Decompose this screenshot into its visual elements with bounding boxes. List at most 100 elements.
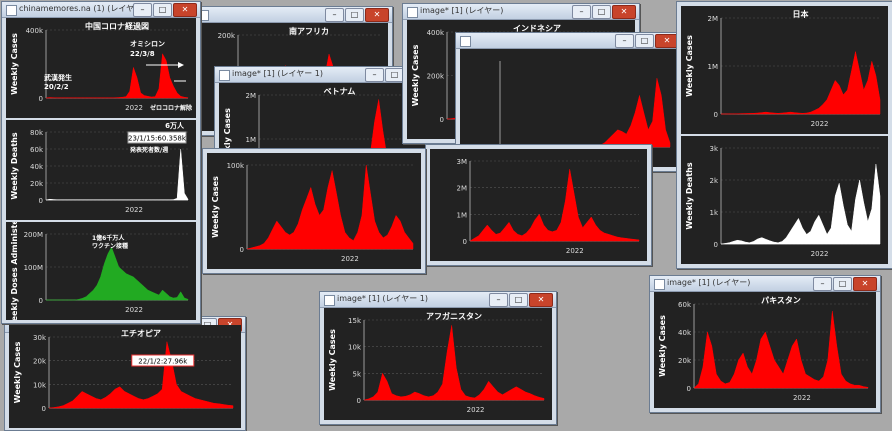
window-titlebar[interactable]: image* [1] (レイヤー) – □ ✕ [403,4,639,20]
minimize-button[interactable]: – [133,3,152,17]
window-titlebar[interactable]: –□✕ [194,7,392,23]
y-tick-label: 0 [39,197,43,205]
window-controls: –□✕ [489,293,553,307]
chart-title: 日本 [793,9,809,19]
window-controls: –□✕ [615,34,679,48]
chart-window: image* [1] (レイヤー 1) – □ ✕ アフガニスタン Weekly Case… [319,291,557,425]
y-tick-label: 0 [440,116,444,124]
window-icon [407,7,418,18]
series-area [45,148,189,201]
chart-panel: Weekly Cases 0 100k 2022 [207,153,421,269]
chart-panel: 日本 Weekly Cases 0 1M 2M 2022 [681,6,888,134]
chart-panel: Weekly Doses Administered 0 100M 200M 2022 1億… [6,222,196,320]
chart-window: image* [1] (レイヤー) – □ ✕ パキスタン Weekly Cases 0 20… [649,275,881,413]
annotation: 22/3/8 [130,50,155,58]
y-tick-label: 0 [240,246,244,254]
minimize-button[interactable]: – [615,34,634,48]
maximize-button[interactable]: □ [153,3,172,17]
series-area [500,78,671,148]
y-tick-label: 1M [708,63,719,71]
window-controls: –□✕ [325,8,389,22]
close-button[interactable]: ✕ [612,5,636,19]
window-controls: –□✕ [133,3,197,17]
y-tick-label: 60k [678,301,692,309]
chart-panel: 0 1M 2M 3M 2022 [430,149,647,261]
y-tick-label: 0 [714,111,718,119]
chart-panel: アフガニスタン Weekly Cases 0 5k 10k 15k 2022 [324,308,552,420]
y-tick-label: 0 [357,397,361,405]
chart-svg: パキスタン Weekly Cases 0 20k 40k 60k 2022 [658,295,869,402]
y-tick-label: 1k [709,209,718,217]
chart-panel: Weekly Deaths 0 1k 2k 3k 2022 [681,136,888,264]
annotation: ワクチン接種 [92,242,128,250]
x-tick-label: 2022 [566,247,584,255]
y-tick-label: 80k [30,129,44,137]
close-button[interactable]: ✕ [529,293,553,307]
close-button[interactable]: ✕ [365,8,389,22]
y-tick-label: 200k [427,73,445,81]
chart-svg: エチオピア Weekly Cases 0 10k 20k 30k 22/1/2:27.96k [13,328,234,413]
series-area [693,310,869,389]
y-tick-label: 400k [427,29,445,37]
chart-svg: Weekly Deaths 0 20k 40k 60k 80k 2022 23/1/15:60… [10,121,189,214]
maximize-button[interactable]: □ [509,293,528,307]
x-tick-label: 2022 [125,306,143,314]
chart-title: パキスタン [761,295,801,305]
y-tick-label: 100M [24,264,43,272]
y-tick-label: 15k [348,317,362,325]
minimize-button[interactable]: – [572,5,591,19]
chart-title: 中国コロナ経過図 [85,21,149,31]
window-titlebar[interactable]: image* [1] (レイヤー 1)–□✕ [215,67,432,83]
y-tick-label: 10k [348,344,362,352]
window-title: image* [1] (レイヤー 1) [232,69,323,78]
window-icon [324,295,335,306]
window-titlebar[interactable]: chinamemores.na (1) (レイヤ 1) – □ ✕ [2,2,200,18]
y-tick-label: 0 [42,405,46,413]
y-axis-label: Weekly Doses Administered [10,222,19,320]
window-controls: –□✕ [572,5,636,19]
window-icon [6,5,17,16]
y-tick-label: 20k [33,358,47,366]
window-title: chinamemores.na (1) (レイヤ 1) [19,4,145,13]
series-area [363,325,545,401]
annotation: 武漢発生 [44,73,72,82]
maximize-button[interactable]: □ [345,8,364,22]
annotation: 20/2/2 [44,83,69,91]
y-axis-label: Weekly Cases [13,341,22,403]
chart-title: ベトナム [324,87,356,96]
chart-svg: Weekly Cases 0 100k 2022 [211,162,414,263]
window-titlebar[interactable]: image* [1] (レイヤー 1)–□✕ [320,292,556,308]
close-button[interactable]: ✕ [853,277,877,291]
x-tick-label: 2022 [811,250,829,258]
y-tick-label: 2M [708,15,719,23]
y-tick-label: 0 [687,385,691,393]
chart-panel: 中国コロナ経過図 Weekly Cases 0 400k 2022 オミシロン 22/3/8… [6,18,196,118]
y-axis-label: Weekly Cases [658,315,667,377]
minimize-button[interactable]: – [489,293,508,307]
tooltip-text: 23/1/15:60.358k [128,135,187,143]
minimize-button[interactable]: – [365,68,384,82]
chart-svg: Weekly Doses Administered 0 100M 200M 2022 1億… [10,222,189,320]
y-tick-label: 40k [30,163,44,171]
window-titlebar[interactable]: image* [1] (レイヤー) – □ ✕ [650,276,880,292]
minimize-button[interactable]: – [813,277,832,291]
y-axis-label: Weekly Cases [10,33,19,95]
y-tick-label: 5k [352,370,361,378]
maximize-button[interactable]: □ [833,277,852,291]
y-axis-label: Weekly Cases [685,35,694,97]
chart-panel: エチオピア Weekly Cases 0 10k 20k 30k 22/1/2:27.96k [9,325,241,428]
maximize-button[interactable]: □ [592,5,611,19]
series-area [721,51,881,115]
maximize-button[interactable]: □ [635,34,654,48]
y-tick-label: 2M [246,92,257,100]
y-tick-label: 2M [457,185,468,193]
window-title: image* [1] (レイヤー) [667,278,751,287]
annotation: 発表死者数/週 [130,146,168,154]
x-tick-label: 2022 [793,394,811,402]
chart-title: 南アフリカ [289,26,329,36]
minimize-button[interactable]: – [325,8,344,22]
window-titlebar[interactable]: –□✕ [456,33,682,49]
y-tick-label: 40k [678,329,692,337]
close-button[interactable]: ✕ [173,3,197,17]
chart-window: Weekly Cases 0 100k 2022 [202,148,426,274]
